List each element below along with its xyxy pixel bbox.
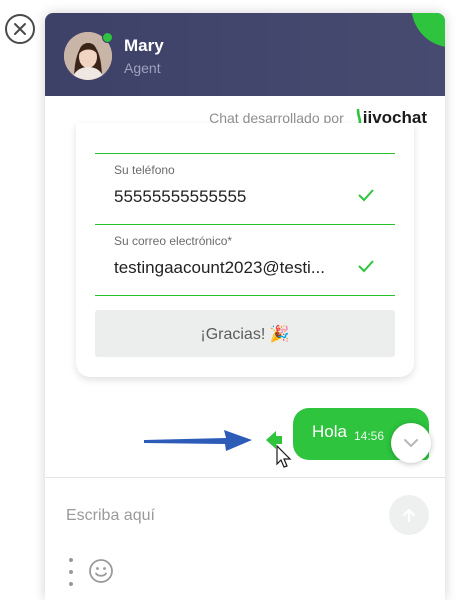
phone-field[interactable]: 55555555555555 [114, 187, 246, 207]
more-options-icon[interactable] [65, 558, 77, 586]
arrow-up-icon [402, 508, 416, 523]
phone-field-label: Su teléfono [114, 163, 175, 177]
email-field-label: Su correo electrónico* [114, 234, 233, 248]
chat-widget: Mary Agent Chat desarrollado por jivocha… [45, 13, 445, 600]
emoji-icon[interactable] [88, 558, 114, 584]
online-status-indicator [102, 32, 113, 43]
email-field[interactable]: testingaacount2023@testi... [114, 258, 325, 278]
chevron-down-icon [404, 439, 418, 448]
message-composer [45, 477, 445, 600]
agent-name: Mary [124, 36, 164, 55]
message-input[interactable] [64, 502, 368, 530]
field-divider [95, 153, 395, 154]
close-widget-button[interactable] [5, 14, 35, 44]
field-divider [95, 295, 395, 296]
chat-header: Mary Agent [45, 13, 445, 96]
message-text: Hola [312, 422, 347, 441]
message-time: 14:56 [354, 429, 385, 443]
brand-leaf-decoration [408, 13, 445, 56]
check-icon [358, 189, 374, 202]
annotation-arrow-icon [144, 430, 292, 468]
scroll-down-button[interactable] [391, 423, 431, 463]
agent-role: Agent [124, 60, 161, 76]
field-divider [95, 224, 395, 225]
close-icon [14, 23, 26, 35]
check-icon [358, 260, 374, 273]
send-button[interactable] [389, 495, 429, 535]
thanks-submit-button[interactable]: ¡Gracias! 🎉 [95, 310, 395, 357]
contact-form-card: Su teléfono 55555555555555 Su correo ele… [76, 123, 414, 377]
